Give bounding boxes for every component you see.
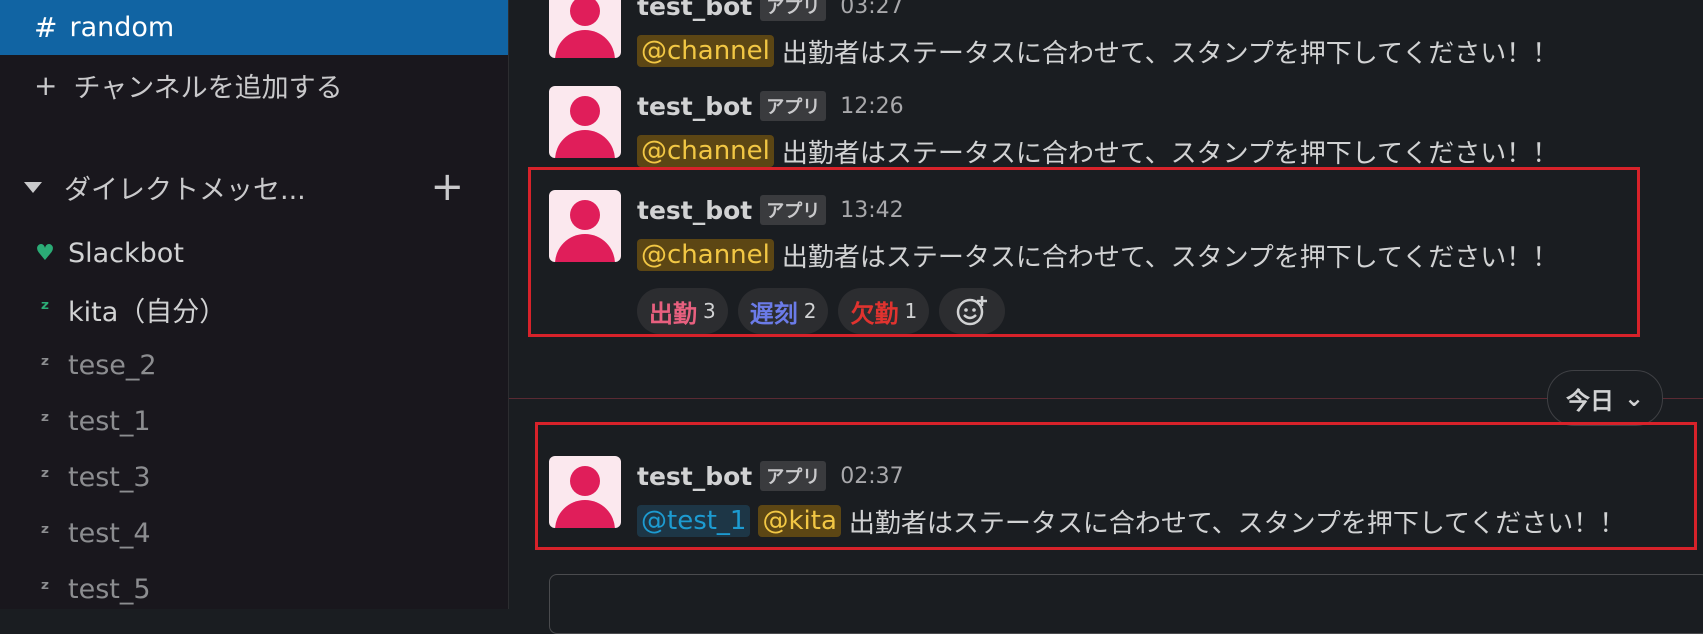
- away-icon: ᶻ: [40, 352, 50, 378]
- sidebar-item-test-4[interactable]: ᶻ test_4: [0, 508, 508, 558]
- sidebar: # random + チャンネルを追加する ダイレクトメッセ... + ♥ Sl…: [0, 0, 509, 609]
- message-body: 出勤者はステータスに合わせて、スタンプを押下してください！！: [781, 138, 1559, 169]
- caret-down-icon: [24, 181, 42, 193]
- username[interactable]: test_bot: [637, 92, 752, 121]
- dm-name: test_5: [68, 573, 151, 605]
- dm-name: tese_2: [68, 349, 157, 381]
- sidebar-item-slackbot[interactable]: ♥ Slackbot: [0, 228, 508, 278]
- app-badge: アプリ: [760, 0, 827, 21]
- message-body: 出勤者はステータスに合わせて、スタンプを押下してください！！: [848, 508, 1626, 539]
- message-text: @test_1 @kita 出勤者はステータスに合わせて、スタンプを押下してくだ…: [637, 500, 1625, 542]
- reaction-count: 1: [904, 299, 918, 323]
- dm-name: test_4: [68, 517, 151, 549]
- message-body: 出勤者はステータスに合わせて、スタンプを押下してください！！: [781, 38, 1559, 69]
- away-icon: ᶻ: [40, 296, 50, 322]
- reaction-count: 2: [803, 299, 817, 323]
- add-channel-button[interactable]: + チャンネルを追加する: [0, 60, 508, 110]
- away-icon: ᶻ: [40, 408, 50, 434]
- channel-mention[interactable]: @channel: [637, 239, 774, 271]
- channel-name: random: [69, 12, 175, 43]
- timestamp[interactable]: 02:37: [840, 464, 903, 489]
- message-body: 出勤者はステータスに合わせて、スタンプを押下してください！！: [781, 242, 1559, 273]
- chevron-down-icon: ⌄: [1624, 384, 1645, 412]
- sidebar-item-random[interactable]: # random: [0, 0, 508, 55]
- message-composer[interactable]: [549, 574, 1703, 634]
- timestamp[interactable]: 03:27: [840, 0, 903, 19]
- username[interactable]: test_bot: [637, 196, 752, 225]
- dm-name: test_3: [68, 461, 151, 493]
- dm-section-label: ダイレクトメッセ...: [64, 174, 306, 206]
- reactions-bar: 出勤 3 遅刻 2 欠勤 1: [637, 288, 1006, 334]
- day-divider: [509, 398, 1703, 399]
- avatar[interactable]: [549, 190, 621, 262]
- app-badge: アプリ: [760, 195, 827, 225]
- message-pane: test_bot アプリ 03:27 @channel 出勤者はステータスに合わ…: [509, 0, 1703, 634]
- avatar[interactable]: [549, 456, 621, 528]
- reaction-chikoku[interactable]: 遅刻 2: [737, 288, 829, 334]
- timestamp[interactable]: 12:26: [840, 94, 903, 119]
- away-icon: ᶻ: [40, 464, 50, 490]
- reaction-kekkin[interactable]: 欠勤 1: [838, 288, 930, 334]
- add-reaction-icon: [956, 296, 988, 326]
- channel-mention[interactable]: @channel: [637, 35, 774, 67]
- reaction-count: 3: [703, 299, 716, 323]
- avatar[interactable]: [549, 0, 621, 58]
- sidebar-item-tese-2[interactable]: ᶻ tese_2: [0, 340, 508, 390]
- app-badge: アプリ: [760, 91, 827, 121]
- sidebar-item-kita[interactable]: ᶻ kita（自分）: [0, 284, 508, 334]
- message-text: @channel 出勤者はステータスに合わせて、スタンプを押下してください！！: [637, 30, 1558, 72]
- user-mention-self[interactable]: @kita: [758, 505, 841, 537]
- sidebar-item-test-1[interactable]: ᶻ test_1: [0, 396, 508, 446]
- day-jump-button[interactable]: 今日 ⌄: [1547, 370, 1664, 426]
- heart-icon: ♥: [35, 240, 55, 266]
- sidebar-item-test-5[interactable]: ᶻ test_5: [0, 564, 508, 609]
- add-reaction-button[interactable]: [939, 288, 1006, 334]
- chikoku-emoji-icon: 遅刻: [749, 299, 798, 328]
- avatar[interactable]: [549, 86, 621, 158]
- away-icon: ᶻ: [40, 576, 50, 602]
- dm-name: test_1: [68, 405, 151, 437]
- away-icon: ᶻ: [40, 520, 50, 546]
- add-channel-label: チャンネルを追加する: [73, 72, 343, 104]
- app-badge: アプリ: [760, 461, 827, 491]
- channel-mention[interactable]: @channel: [637, 135, 774, 167]
- user-mention[interactable]: @test_1: [637, 505, 751, 537]
- username[interactable]: test_bot: [637, 0, 752, 21]
- message-text: @channel 出勤者はステータスに合わせて、スタンプを押下してください！！: [637, 130, 1558, 172]
- shukkin-emoji-icon: 出勤: [649, 299, 697, 328]
- plus-icon: +: [34, 68, 58, 102]
- reaction-shukkin[interactable]: 出勤 3: [637, 288, 728, 334]
- kekkin-emoji-icon: 欠勤: [850, 299, 899, 328]
- timestamp[interactable]: 13:42: [840, 198, 903, 223]
- username[interactable]: test_bot: [637, 462, 752, 491]
- dm-name: kita（自分）: [68, 296, 227, 328]
- hash-icon: #: [34, 11, 58, 44]
- dm-section-header[interactable]: ダイレクトメッセ... +: [0, 162, 508, 212]
- sidebar-item-test-3[interactable]: ᶻ test_3: [0, 452, 508, 502]
- dm-name: Slackbot: [68, 237, 184, 269]
- day-label: 今日: [1566, 386, 1614, 415]
- add-dm-button[interactable]: +: [430, 162, 464, 212]
- message-text: @channel 出勤者はステータスに合わせて、スタンプを押下してください！！: [637, 234, 1558, 276]
